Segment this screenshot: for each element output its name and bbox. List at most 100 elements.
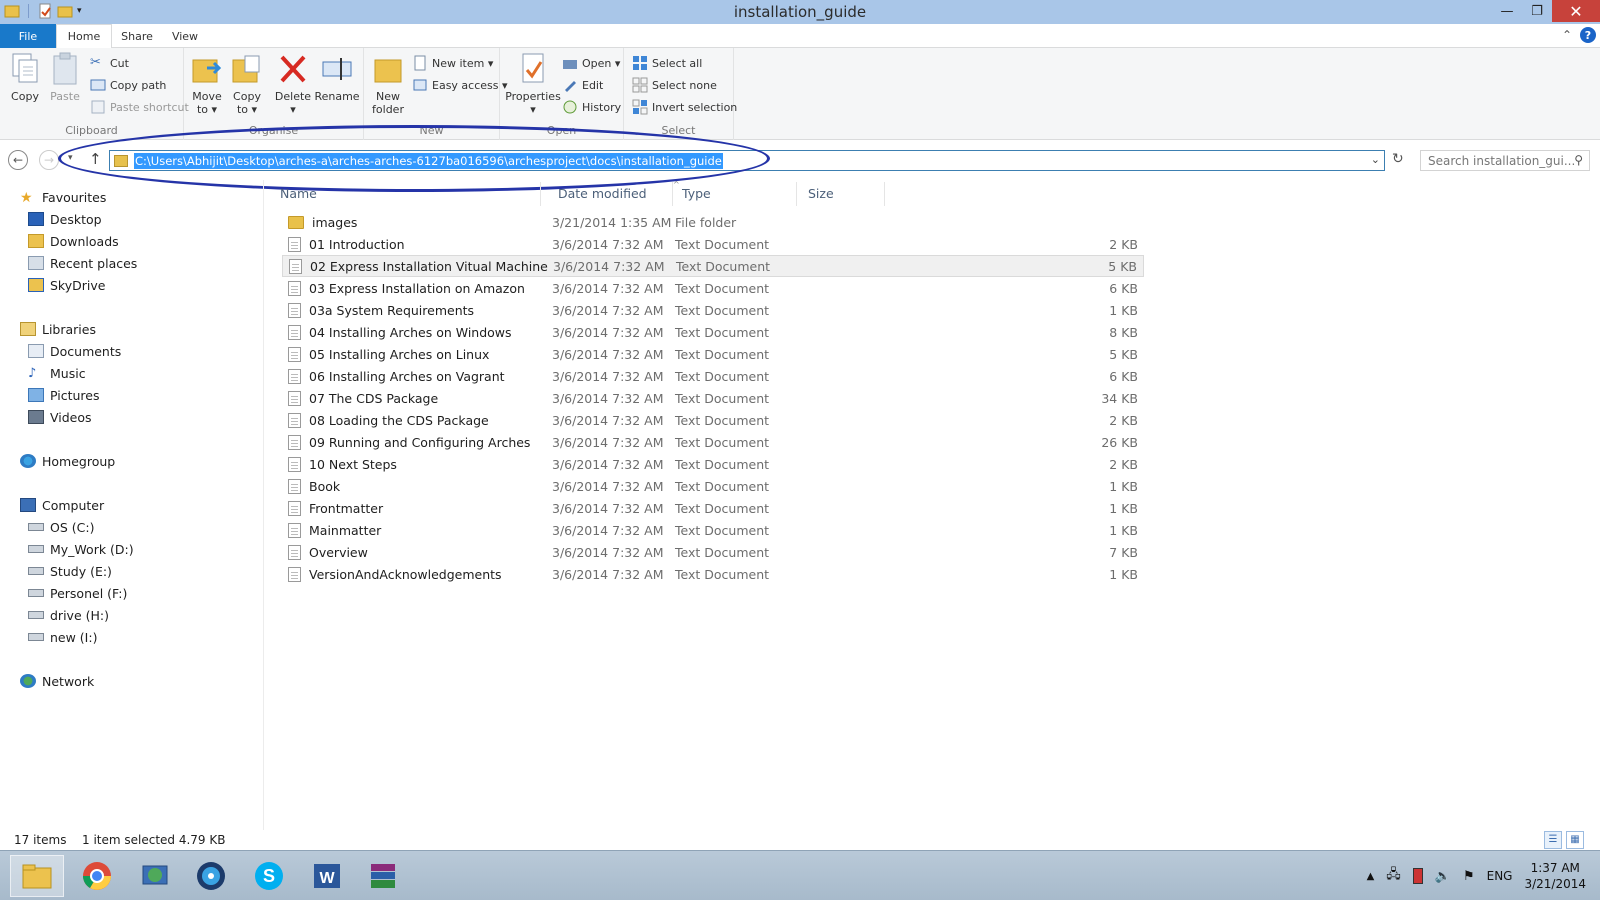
word-taskbar-button[interactable]: W <box>300 855 354 897</box>
network-status-icon[interactable]: 🖧 <box>1386 865 1401 887</box>
history-button[interactable]: History <box>562 98 621 116</box>
paste-shortcut-button[interactable]: Paste shortcut <box>90 98 189 116</box>
paste-button[interactable]: Paste <box>48 52 82 103</box>
nav-music[interactable]: ♪ Music <box>28 363 86 383</box>
nav-favourites[interactable]: ★ Favourites <box>20 187 106 207</box>
file-row[interactable]: Mainmatter 3/6/2014 7:32 AM Text Document 1… <box>282 519 1144 541</box>
column-header-date-modified[interactable]: Date modified <box>558 186 647 201</box>
help-icon[interactable]: ? <box>1580 27 1596 43</box>
skype-taskbar-button[interactable]: S <box>242 855 296 897</box>
copy-button[interactable]: Copy <box>8 52 42 103</box>
nav-libraries[interactable]: Libraries <box>20 319 96 339</box>
refresh-icon[interactable]: ↻ <box>1392 151 1404 167</box>
new-item-button[interactable]: New item ▾ <box>412 54 493 72</box>
file-explorer-taskbar-button[interactable] <box>10 855 64 897</box>
select-none-button[interactable]: Select none <box>632 76 717 94</box>
nav-personel-f[interactable]: Personel (F:) <box>28 583 127 603</box>
back-button[interactable]: ← <box>8 150 28 170</box>
media-app-taskbar-button[interactable] <box>184 855 238 897</box>
column-divider[interactable] <box>796 182 797 206</box>
nav-my-work-d[interactable]: My_Work (D:) <box>28 539 134 559</box>
battery-icon[interactable] <box>1412 868 1423 884</box>
file-row[interactable]: 10 Next Steps 3/6/2014 7:32 AM Text Docume… <box>282 453 1144 475</box>
chrome-taskbar-button[interactable] <box>70 855 124 897</box>
close-button[interactable]: ✕ <box>1552 0 1600 22</box>
nav-recent-places[interactable]: Recent places <box>28 253 137 273</box>
file-row[interactable]: 01 Introduction 3/6/2014 7:32 AM Text Docu… <box>282 233 1144 255</box>
select-all-button[interactable]: Select all <box>632 54 702 72</box>
copy-to-button[interactable]: Copy to ▾ <box>230 52 264 116</box>
details-view-icon[interactable]: ☰ <box>1544 831 1562 849</box>
large-icons-view-icon[interactable]: ▦ <box>1566 831 1584 849</box>
volume-icon[interactable]: 🔈 <box>1435 869 1451 884</box>
recent-locations-chevron-icon[interactable]: ▾ <box>68 153 73 163</box>
column-divider[interactable] <box>540 182 541 206</box>
nav-homegroup[interactable]: Homegroup <box>20 451 115 471</box>
file-row[interactable]: 04 Installing Arches on Windows 3/6/2014 … <box>282 321 1144 343</box>
nav-documents[interactable]: Documents <box>28 341 121 361</box>
maximize-button[interactable]: ❐ <box>1522 0 1552 22</box>
tab-file[interactable]: File <box>0 24 56 48</box>
open-button[interactable]: Open ▾ <box>562 54 620 72</box>
text-document-icon <box>288 412 301 428</box>
column-header-type[interactable]: Type <box>682 186 711 201</box>
nav-os-c[interactable]: OS (C:) <box>28 517 94 537</box>
nav-videos[interactable]: Videos <box>28 407 92 427</box>
tab-view[interactable]: View <box>162 24 208 48</box>
nav-new-i[interactable]: new (I:) <box>28 627 97 647</box>
search-input[interactable]: Search installation_gui... ⚲ <box>1420 150 1590 171</box>
nav-study-e[interactable]: Study (E:) <box>28 561 112 581</box>
tab-share[interactable]: Share <box>112 24 162 48</box>
move-to-button[interactable]: Move to ▾ <box>190 52 224 116</box>
address-bar[interactable]: C:\Users\Abhijit\Desktop\arches-a\arches… <box>109 150 1385 171</box>
cut-button[interactable]: ✂ Cut <box>90 54 129 72</box>
edit-button[interactable]: Edit <box>562 76 603 94</box>
file-row[interactable]: 08 Loading the CDS Package 3/6/2014 7:32 … <box>282 409 1144 431</box>
nav-pictures[interactable]: Pictures <box>28 385 100 405</box>
winrar-taskbar-button[interactable] <box>356 855 410 897</box>
file-row[interactable]: Overview 3/6/2014 7:32 AM Text Document 7 K… <box>282 541 1144 563</box>
column-divider[interactable] <box>672 182 673 206</box>
column-header-name[interactable]: Name <box>280 186 317 201</box>
easy-access-button[interactable]: Easy access ▾ <box>412 76 508 94</box>
forward-button[interactable]: → <box>39 150 59 170</box>
tab-home[interactable]: Home <box>56 24 112 49</box>
text-document-icon <box>288 478 301 494</box>
show-hidden-icons-icon[interactable]: ▲ <box>1367 871 1375 882</box>
file-row[interactable]: 03a System Requirements 3/6/2014 7:32 AM T… <box>282 299 1144 321</box>
collapse-ribbon-icon[interactable]: ⌃ <box>1562 28 1572 42</box>
search-icon[interactable]: ⚲ <box>1574 153 1583 167</box>
file-row[interactable]: Frontmatter 3/6/2014 7:32 AM Text Document… <box>282 497 1144 519</box>
column-divider[interactable] <box>884 182 885 206</box>
file-row[interactable]: 07 The CDS Package 3/6/2014 7:32 AM Text D… <box>282 387 1144 409</box>
nav-drive-h[interactable]: drive (H:) <box>28 605 109 625</box>
network-app-taskbar-button[interactable] <box>128 855 182 897</box>
copy-path-button[interactable]: Copy path <box>90 76 166 94</box>
delete-button[interactable]: Delete ▾ <box>275 52 311 116</box>
address-dropdown-icon[interactable]: ⌄ <box>1371 153 1380 166</box>
address-path[interactable]: C:\Users\Abhijit\Desktop\arches-a\arches… <box>134 152 723 169</box>
file-row[interactable]: Book 3/6/2014 7:32 AM Text Document 1 KB <box>282 475 1144 497</box>
nav-desktop[interactable]: Desktop <box>28 209 102 229</box>
minimize-button[interactable]: — <box>1492 0 1522 22</box>
up-arrow-icon[interactable]: ↑ <box>89 150 102 168</box>
properties-button[interactable]: Properties ▾ <box>505 52 561 116</box>
nav-network[interactable]: Network <box>20 671 94 691</box>
file-row[interactable]: 06 Installing Arches on Vagrant 3/6/2014 … <box>282 365 1144 387</box>
language-indicator[interactable]: ENG <box>1487 869 1513 883</box>
system-clock[interactable]: 1:37 AM 3/21/2014 <box>1524 860 1586 892</box>
file-row[interactable]: 02 Express Installation Vitual Machine 3/… <box>282 255 1144 277</box>
invert-selection-button[interactable]: Invert selection <box>632 98 737 116</box>
rename-button[interactable]: Rename <box>314 52 360 103</box>
action-center-flag-icon[interactable]: ⚑ <box>1463 869 1475 884</box>
file-row[interactable]: 03 Express Installation on Amazon 3/6/201… <box>282 277 1144 299</box>
file-row[interactable]: 09 Running and Configuring Arches 3/6/201… <box>282 431 1144 453</box>
nav-skydrive[interactable]: SkyDrive <box>28 275 105 295</box>
column-header-size[interactable]: Size <box>808 186 834 201</box>
nav-downloads[interactable]: Downloads <box>28 231 119 251</box>
nav-computer[interactable]: Computer <box>20 495 104 515</box>
new-folder-button[interactable]: New folder <box>370 52 406 116</box>
file-row[interactable]: VersionAndAcknowledgements 3/6/2014 7:32 … <box>282 563 1144 585</box>
file-row[interactable]: images 3/21/2014 1:35 AM File folder <box>282 211 1144 233</box>
file-row[interactable]: 05 Installing Arches on Linux 3/6/2014 7:… <box>282 343 1144 365</box>
